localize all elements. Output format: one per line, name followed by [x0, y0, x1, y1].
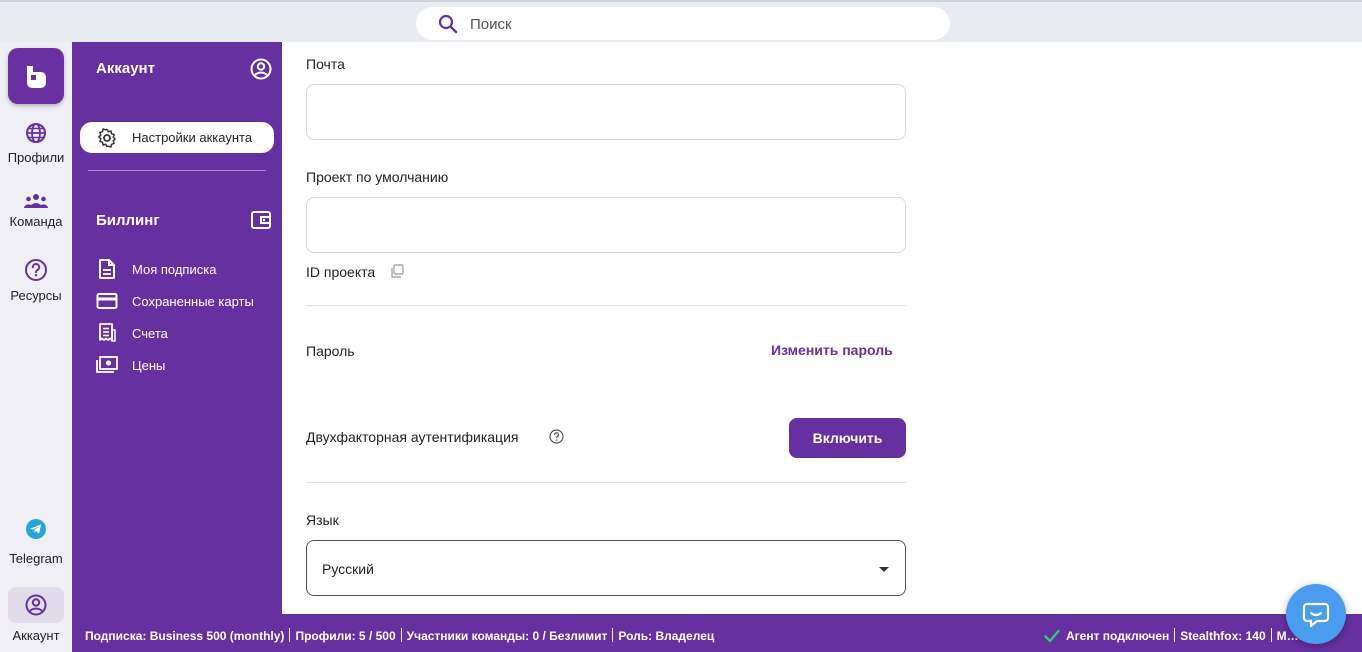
two-factor-label: Двухфакторная аутентификация	[306, 429, 519, 445]
status-separator	[1174, 628, 1176, 642]
default-project-field[interactable]	[306, 197, 906, 253]
sidebar-item-saved-cards[interactable]: Сохраненные карты	[96, 290, 276, 312]
sidebar-divider	[88, 170, 266, 171]
status-profiles: Профили: 5 / 500	[295, 629, 396, 643]
sidebar-item-invoices[interactable]: Счета	[96, 322, 276, 344]
sidebar-item-label: Настройки аккаунта	[132, 130, 253, 145]
rail-item-telegram[interactable]: Telegram	[0, 518, 72, 566]
sidebar-item-prices[interactable]: Цены	[96, 354, 276, 376]
status-separator	[1270, 628, 1272, 642]
team-icon	[24, 194, 48, 208]
status-subscription: Подписка: Business 500 (monthly)	[85, 629, 285, 643]
sidebar-item-label: Моя подписка	[132, 262, 217, 277]
wallet-icon	[251, 211, 271, 229]
account-icon	[25, 594, 47, 616]
rail-item-label: Telegram	[9, 551, 63, 566]
account-sidebar: Аккаунт Настройки аккаунта Биллинг Моя п…	[72, 42, 282, 614]
document-icon	[99, 259, 115, 279]
rail-item-label: Профили	[7, 150, 65, 165]
email-label: Почта	[306, 56, 345, 72]
billing-heading: Биллинг	[96, 212, 160, 229]
password-label: Пароль	[306, 343, 355, 359]
status-separator	[400, 628, 402, 642]
account-settings-panel: Почта Проект по умолчанию ID проекта Пар…	[282, 42, 1362, 614]
status-stealthfox: Stealthfox: 140	[1180, 629, 1266, 643]
help-icon[interactable]	[549, 429, 564, 444]
status-team: Участники команды: 0 / Безлимит	[406, 629, 608, 643]
logo-icon	[27, 66, 46, 88]
status-separator	[612, 628, 614, 642]
section-divider	[306, 305, 906, 306]
status-role: Роль: Владелец	[618, 629, 715, 643]
sidebar-item-label: Сохраненные карты	[132, 294, 254, 309]
section-divider	[306, 482, 906, 483]
rail-item-label: Аккаунт	[12, 628, 60, 643]
check-icon	[1044, 629, 1060, 643]
account-heading: Аккаунт	[96, 60, 155, 77]
rail-item-team[interactable]: Команда	[0, 192, 72, 229]
rail-item-label: Ресурсы	[10, 288, 62, 303]
gear-icon	[98, 128, 116, 148]
status-separator	[289, 628, 291, 642]
sidebar-item-label: Счета	[132, 326, 168, 341]
top-bar	[0, 0, 1362, 42]
app-rail: Профили Команда Ресурсы Telegram Аккаунт	[0, 42, 72, 652]
change-password-button[interactable]: Изменить пароль	[771, 342, 893, 358]
sidebar-item-account-settings[interactable]: Настройки аккаунта	[80, 122, 274, 153]
status-agent: Агент подключен	[1066, 629, 1170, 643]
globe-icon	[26, 123, 46, 143]
status-bar: Подписка: Business 500 (monthly) Профили:…	[72, 614, 1362, 652]
search-input[interactable]	[470, 13, 930, 35]
sidebar-item-my-subscription[interactable]: Моя подписка	[96, 258, 276, 280]
telegram-icon	[26, 519, 46, 539]
chat-icon	[1302, 602, 1330, 628]
invoice-icon	[99, 323, 116, 342]
search-icon	[438, 14, 458, 34]
support-chat-button[interactable]	[1286, 584, 1346, 644]
money-icon	[96, 356, 118, 373]
rail-item-label: Команда	[9, 214, 63, 229]
card-icon	[96, 293, 118, 309]
language-value: Русский	[322, 561, 374, 577]
default-project-label: Проект по умолчанию	[306, 169, 449, 185]
rail-item-profiles[interactable]: Профили	[0, 122, 72, 165]
rail-item-resources[interactable]: Ресурсы	[0, 258, 72, 303]
app-logo[interactable]	[8, 48, 64, 104]
language-select[interactable]: Русский	[306, 540, 906, 596]
user-circle-icon	[250, 58, 272, 80]
chevron-down-icon	[879, 567, 889, 572]
rail-item-account[interactable]: Аккаунт	[0, 594, 72, 643]
sidebar-item-label: Цены	[132, 358, 166, 373]
search-bar[interactable]	[416, 7, 950, 40]
language-label: Язык	[306, 512, 339, 528]
help-icon	[25, 259, 47, 281]
enable-2fa-button[interactable]: Включить	[789, 418, 906, 458]
email-field[interactable]	[306, 84, 906, 140]
project-id-label: ID проекта	[306, 264, 376, 280]
copy-icon[interactable]	[390, 264, 404, 278]
